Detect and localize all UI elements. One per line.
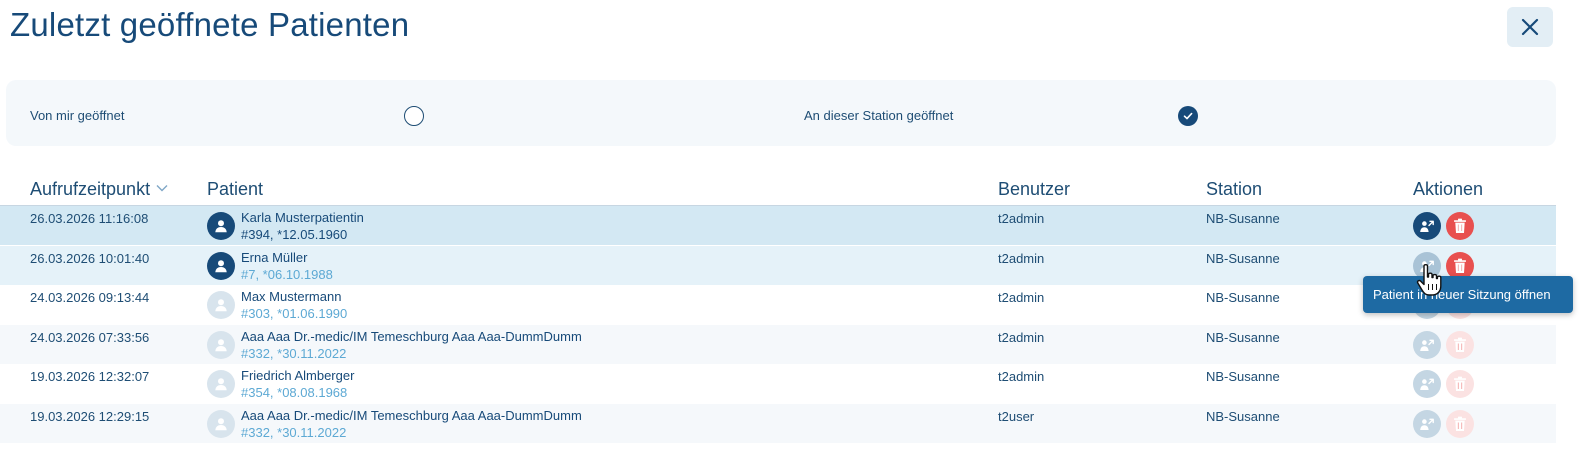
dialog-title: Zuletzt geöffnete Patienten xyxy=(10,6,410,43)
patient-id-birthdate: #332, *30.11.2022 xyxy=(241,345,347,361)
user-cell: t2admin xyxy=(998,369,1045,385)
patient-name: Friedrich Almberger xyxy=(241,368,355,384)
station-cell: NB-Susanne xyxy=(1206,211,1280,226)
delete-button[interactable] xyxy=(1446,410,1474,438)
column-header-timestamp[interactable]: Aufrufzeitpunkt xyxy=(30,179,168,200)
column-header-timestamp-label: Aufrufzeitpunkt xyxy=(30,179,151,199)
person-avatar-icon xyxy=(207,410,235,438)
patient-name: Aaa Aaa Dr.-medic/IM Temeschburg Aaa Aaa… xyxy=(241,408,582,423)
table-row[interactable]: 24.03.2026 09:13:44 Max Mustermann #303,… xyxy=(0,285,1556,325)
patient-name: Max Mustermann xyxy=(241,289,342,305)
filter-panel: Von mir geöffnet An dieser Station geöff… xyxy=(6,80,1556,146)
column-header-station: Station xyxy=(1206,179,1263,199)
table-row[interactable]: 19.03.2026 12:32:07 Friedrich Almberger … xyxy=(0,364,1556,404)
chevron-down-icon xyxy=(156,185,168,192)
station-cell: NB-Susanne xyxy=(1206,369,1280,385)
patient-id-birthdate: #332, *30.11.2022 xyxy=(241,425,347,440)
table-row[interactable]: 19.03.2026 12:29:15 Aaa Aaa Dr.-medic/IM… xyxy=(0,404,1556,443)
column-header-actions: Aktionen xyxy=(1413,179,1484,199)
person-avatar-icon xyxy=(207,370,235,399)
timestamp-cell: 19.03.2026 12:32:07 xyxy=(30,369,150,385)
close-button[interactable] xyxy=(1507,7,1553,47)
delete-button[interactable] xyxy=(1446,212,1474,240)
open-in-new-session-button[interactable] xyxy=(1413,410,1441,438)
patient-id-birthdate: #303, *01.06.1990 xyxy=(241,306,348,322)
filter-label-opened-at-station: An dieser Station geöffnet xyxy=(804,108,954,123)
patient-name: Aaa Aaa Dr.-medic/IM Temeschburg Aaa Aaa… xyxy=(241,328,582,344)
person-avatar-icon xyxy=(207,330,235,359)
open-in-new-session-button[interactable] xyxy=(1413,330,1441,359)
column-header-user: Benutzer xyxy=(998,179,1071,199)
filter-label-opened-by-me: Von mir geöffnet xyxy=(30,108,125,123)
patient-id-birthdate: #394, *12.05.1960 xyxy=(241,227,348,242)
checkmark-icon xyxy=(1183,112,1193,120)
person-avatar-icon xyxy=(207,212,235,240)
user-cell: t2admin xyxy=(998,211,1045,226)
table-row[interactable]: 26.03.2026 11:16:08 Karla Musterpatienti… xyxy=(0,206,1556,245)
opened-at-station-radio[interactable] xyxy=(1178,106,1198,126)
table-row[interactable]: 26.03.2026 10:01:40 Erna Müller #7, *06.… xyxy=(0,245,1556,285)
open-in-new-session-button[interactable] xyxy=(1413,370,1441,399)
column-header-patient: Patient xyxy=(207,179,264,199)
close-icon xyxy=(1521,18,1539,36)
patient-name: Erna Müller xyxy=(241,249,308,265)
opened-by-me-radio[interactable] xyxy=(404,106,424,126)
timestamp-cell: 24.03.2026 09:13:44 xyxy=(30,290,150,306)
patient-id-birthdate: #7, *06.10.1988 xyxy=(241,266,333,282)
delete-button[interactable] xyxy=(1446,330,1474,359)
open-session-tooltip: Patient in neuer Sitzung öffnen xyxy=(1363,276,1573,313)
table-row[interactable]: 24.03.2026 07:33:56 Aaa Aaa Dr.-medic/IM… xyxy=(0,324,1556,364)
station-cell: NB-Susanne xyxy=(1206,250,1280,266)
station-cell: NB-Susanne xyxy=(1206,290,1280,306)
station-cell: NB-Susanne xyxy=(1206,329,1280,345)
timestamp-cell: 19.03.2026 12:29:15 xyxy=(30,409,150,424)
station-cell: NB-Susanne xyxy=(1206,409,1280,424)
patient-id-birthdate: #354, *08.08.1968 xyxy=(241,385,348,401)
hand-cursor-icon xyxy=(1416,264,1442,296)
person-avatar-icon xyxy=(207,251,235,280)
timestamp-cell: 24.03.2026 07:33:56 xyxy=(30,329,150,345)
timestamp-cell: 26.03.2026 10:01:40 xyxy=(30,250,150,266)
patient-name: Karla Musterpatientin xyxy=(241,210,364,225)
user-cell: t2admin xyxy=(998,290,1045,306)
user-cell: t2admin xyxy=(998,250,1045,266)
person-avatar-icon xyxy=(207,291,235,320)
timestamp-cell: 26.03.2026 11:16:08 xyxy=(30,211,149,226)
table-header: Aufrufzeitpunkt Patient Benutzer Station… xyxy=(0,176,1556,206)
delete-button[interactable] xyxy=(1446,370,1474,399)
user-cell: t2admin xyxy=(998,329,1045,345)
open-in-new-session-button[interactable] xyxy=(1413,212,1441,240)
user-cell: t2user xyxy=(998,409,1035,424)
